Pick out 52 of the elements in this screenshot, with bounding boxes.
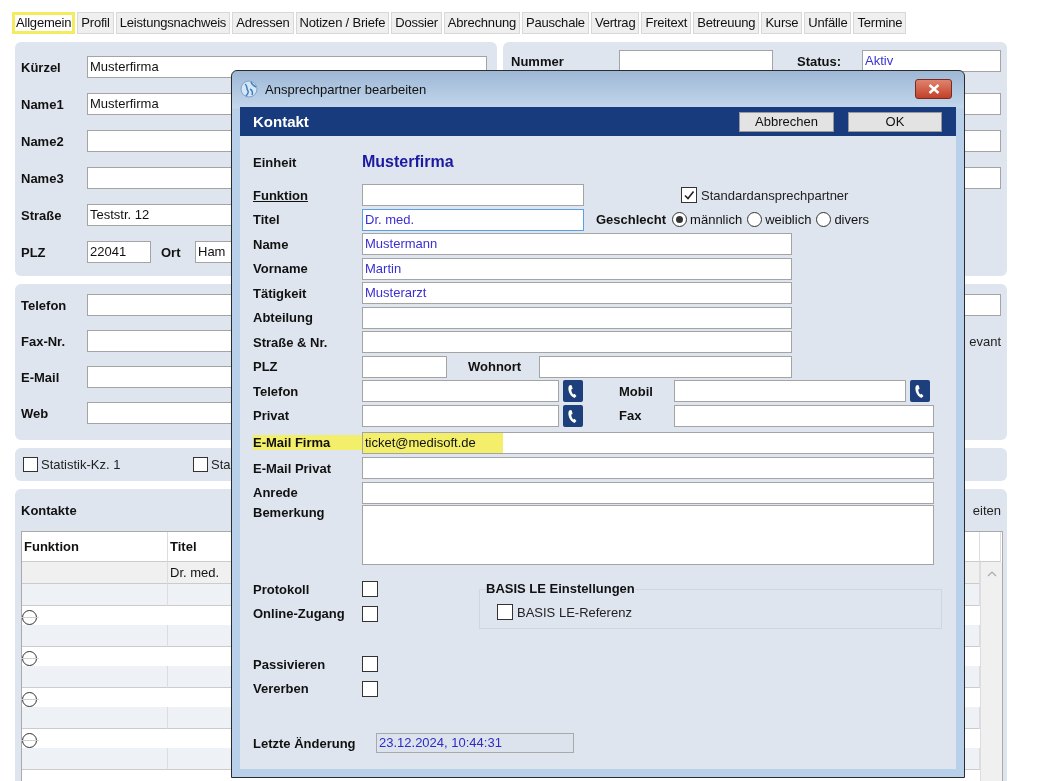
field-label: Web xyxy=(21,405,50,421)
field-label: Titel xyxy=(253,212,281,228)
unit-name: Musterfirma xyxy=(362,153,454,171)
field-label: Vererben xyxy=(253,681,310,697)
field-label: Name xyxy=(253,236,290,252)
radio-label: weiblich xyxy=(765,212,812,228)
field-label: Fax-Nr. xyxy=(21,333,67,349)
field-label: Status: xyxy=(797,53,843,69)
field-label: Passivieren xyxy=(253,656,327,672)
field-label: PLZ xyxy=(21,244,47,260)
label-text: eiten xyxy=(972,502,1001,518)
field-label: Privat xyxy=(253,408,291,424)
checkbox-label: Statistik-Kz. 1 xyxy=(41,457,121,472)
field-label: Online-Zugang xyxy=(253,606,346,622)
field-label: Straße xyxy=(21,207,63,223)
checkbox-label: BASIS LE-Referenz xyxy=(517,604,632,620)
field-label: Abteilung xyxy=(253,310,314,326)
field-label: Protokoll xyxy=(253,581,311,597)
field-label: Nummer xyxy=(511,53,565,69)
field-label: Vorname xyxy=(253,261,309,277)
field-label: Name3 xyxy=(21,170,65,186)
section-title: Kontakte xyxy=(21,502,77,518)
radio-label: männlich xyxy=(690,212,743,228)
field-label: Straße & Nr. xyxy=(253,334,329,350)
radio-label: divers xyxy=(834,212,870,228)
field-label: Letzte Änderung xyxy=(253,735,357,751)
field-label: Name2 xyxy=(21,133,65,149)
checkbox-label: Standardansprechpartner xyxy=(701,187,849,203)
window-title: Ansprechpartner bearbeiten xyxy=(265,81,427,97)
field-label: Wohnort xyxy=(468,359,523,375)
field-label: Name1 xyxy=(21,96,65,112)
field-label: Geschlecht xyxy=(596,212,667,228)
field-label: E-Mail Firma xyxy=(253,435,362,450)
field-label: PLZ xyxy=(253,359,279,375)
field-label: Telefon xyxy=(253,383,300,399)
label-text: evant xyxy=(969,333,1001,349)
field-label: Mobil xyxy=(619,383,654,399)
field-label: Einheit xyxy=(253,154,298,170)
dialog-heading: Kontakt xyxy=(253,113,309,130)
field-label: E-Mail xyxy=(21,369,61,385)
field-label: Funktion xyxy=(253,187,309,203)
field-label: Tätigkeit xyxy=(253,285,308,301)
group-title: BASIS LE Einstellungen xyxy=(486,581,635,596)
field-label: E-Mail Privat xyxy=(253,460,333,476)
field-label: Kürzel xyxy=(21,59,62,75)
readonly-field: 23.12.2024, 10:44:31 xyxy=(376,733,574,754)
field-label: Ort xyxy=(161,244,182,260)
field-label: Telefon xyxy=(21,297,68,313)
checkbox-label: Sta xyxy=(211,457,231,472)
field-label: Anrede xyxy=(253,485,299,501)
field-label: Bemerkung xyxy=(253,505,326,520)
field-label: Fax xyxy=(619,408,643,424)
